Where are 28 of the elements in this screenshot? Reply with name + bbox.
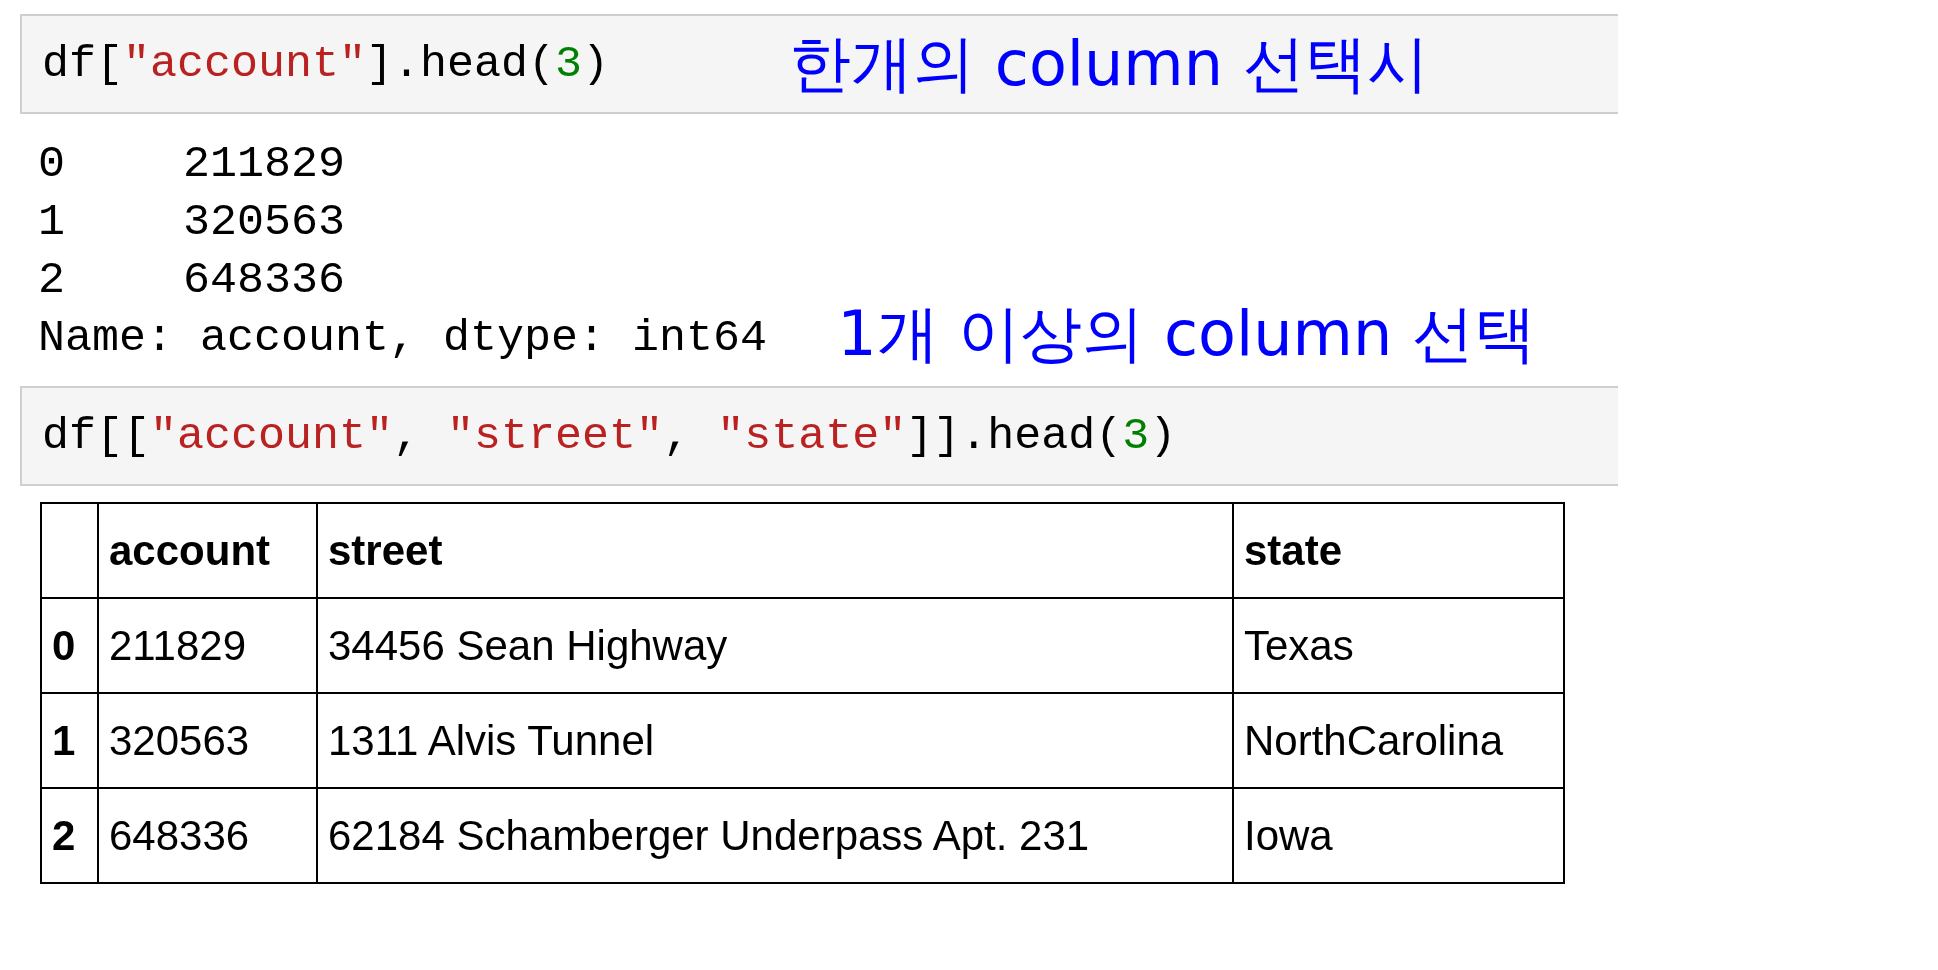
output-value: 648336 <box>183 254 346 308</box>
output-index: 1 <box>38 196 66 250</box>
row-index: 0 <box>41 598 98 693</box>
output-value: 211829 <box>183 138 346 192</box>
table-cell: Texas <box>1233 598 1564 693</box>
table-cell: 34456 Sean Highway <box>317 598 1233 693</box>
output-footer: Name: account, dtype: int64 <box>38 310 768 368</box>
table-cell: 320563 <box>98 693 317 788</box>
table-cell: 648336 <box>98 788 317 883</box>
table-cell: 211829 <box>98 598 317 693</box>
annotation-text: 한개의 column 선택시 <box>789 26 1429 102</box>
table-cell: 62184 Schamberger Underpass Apt. 231 <box>317 788 1233 883</box>
output-index: 2 <box>38 254 66 308</box>
code-cell[interactable]: df[["account", "street", "state"]].head(3) <box>20 386 1618 486</box>
table-cell: Iowa <box>1233 788 1564 883</box>
annotation-text: 1개 이상의 column 선택 <box>837 296 1536 372</box>
output-value: 320563 <box>183 196 346 250</box>
table-cell: 1311 Alvis Tunnel <box>317 693 1233 788</box>
code-cell[interactable]: df["account"].head(3) 한개의 column 선택시 <box>20 14 1618 114</box>
row-index: 2 <box>41 788 98 883</box>
code-line: df["account"].head(3) <box>42 38 610 90</box>
table-cell: NorthCarolina <box>1233 693 1564 788</box>
column-header: street <box>317 503 1233 598</box>
row-index: 1 <box>41 693 98 788</box>
output-index: 0 <box>38 138 66 192</box>
column-header: account <box>98 503 317 598</box>
column-header: state <box>1233 503 1564 598</box>
code-line: df[["account", "street", "state"]].head(3) <box>42 410 1177 462</box>
